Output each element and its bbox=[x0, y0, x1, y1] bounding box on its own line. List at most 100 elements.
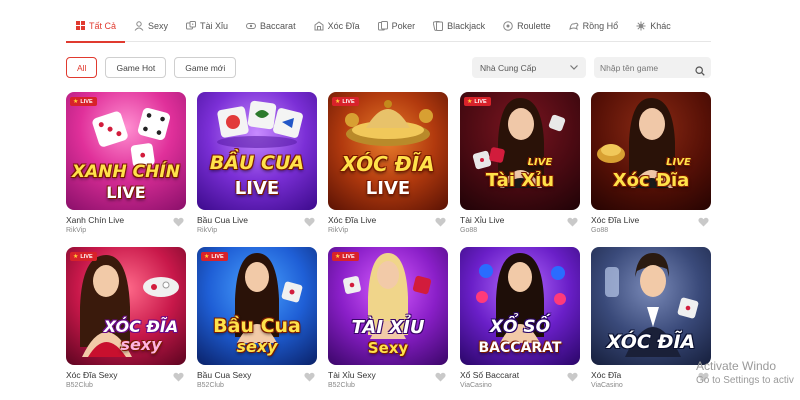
heart-icon[interactable] bbox=[173, 369, 184, 382]
game-name: Bầu Cua Live bbox=[197, 215, 249, 225]
game-name: Xổ Số Baccarat bbox=[460, 370, 520, 380]
game-thumbnail[interactable]: ★ LIVE XÓC ĐĨA LIVE bbox=[328, 92, 448, 210]
dealer-illustration bbox=[597, 98, 675, 188]
game-name: Xóc Đĩa Live bbox=[591, 215, 640, 225]
live-badge: ★ LIVE bbox=[70, 97, 97, 106]
game-card[interactable]: ★ LIVE XÓC ĐĨA LIVE Xóc Đĩa Live RikVip bbox=[328, 92, 448, 234]
search-icon[interactable] bbox=[695, 63, 705, 76]
game-name: Tài Xỉu Live bbox=[460, 215, 505, 225]
star-icon: ★ bbox=[335, 254, 341, 260]
heart-icon[interactable] bbox=[567, 369, 578, 382]
game-card[interactable]: ★ LIVE XÓC ĐĨA sexy Xóc Đĩa Sexy B52Club bbox=[66, 247, 186, 389]
game-art-subtitle: LIVE bbox=[527, 157, 553, 168]
game-provider: B52Club bbox=[197, 382, 224, 389]
game-name: Bầu Cua Sexy bbox=[197, 370, 252, 380]
tab-label: Blackjack bbox=[447, 20, 486, 31]
star-icon: ★ bbox=[73, 254, 79, 260]
search-input[interactable] bbox=[600, 62, 690, 73]
star-icon: ★ bbox=[335, 99, 341, 105]
game-art-subtitle: BACCARAT bbox=[478, 340, 562, 356]
star-icon: ★ bbox=[73, 99, 79, 105]
game-art-title: XANH CHÍN bbox=[72, 162, 180, 182]
game-thumbnail[interactable]: ★ LIVE Bầu Cua sexy bbox=[197, 247, 317, 365]
provider-select-value: Nhà Cung Cấp bbox=[480, 62, 537, 73]
filter-group: All Game Hot Game mới bbox=[66, 57, 237, 78]
game-provider: RikVip bbox=[197, 227, 218, 234]
tab-all[interactable]: Tất Cả bbox=[66, 10, 126, 43]
game-thumbnail[interactable]: ★ LIVE TÀI XỈU Sexy bbox=[328, 247, 448, 365]
game-thumbnail[interactable]: XỔ SỐ BACCARAT bbox=[460, 247, 580, 365]
game-art-title: Tài Xỉu bbox=[485, 170, 555, 191]
game-art-title: XÓC ĐĨA bbox=[606, 331, 696, 353]
heart-icon[interactable] bbox=[304, 214, 315, 227]
heart-icon[interactable] bbox=[435, 214, 446, 227]
tab-xoc-dia[interactable]: Xóc Đĩa bbox=[305, 10, 369, 42]
tab-baccarat[interactable]: Baccarat bbox=[237, 10, 305, 42]
tab-rong-ho[interactable]: Rồng Hổ bbox=[560, 10, 628, 42]
chevron-down-icon bbox=[570, 63, 578, 72]
game-thumbnail[interactable]: LIVE Xóc Đĩa bbox=[591, 92, 711, 210]
filter-new-button[interactable]: Game mới bbox=[174, 57, 237, 78]
game-provider: ViaCasino bbox=[460, 382, 492, 389]
roulette-icon bbox=[503, 20, 513, 31]
game-art-subtitle: sexy bbox=[236, 337, 278, 356]
game-card[interactable]: LIVE Xóc Đĩa Xóc Đĩa Live Go88 bbox=[591, 92, 711, 234]
game-art-subtitle: LIVE bbox=[234, 178, 280, 199]
game-name: Xanh Chín Live bbox=[66, 215, 125, 225]
tab-label: Poker bbox=[391, 20, 416, 31]
poker-icon bbox=[377, 20, 388, 31]
game-card[interactable]: ★ LIVE LIVE Tài Xỉu Tài Xỉu Live Go88 bbox=[460, 92, 580, 234]
tab-khac[interactable]: Khác bbox=[627, 10, 680, 42]
game-thumbnail[interactable]: ★ LIVE LIVE Tài Xỉu bbox=[460, 92, 580, 210]
game-provider: B52Club bbox=[328, 382, 355, 389]
game-provider: Go88 bbox=[591, 227, 609, 234]
game-name: Xóc Đĩa Sexy bbox=[66, 370, 118, 380]
game-provider: RikVip bbox=[66, 227, 87, 234]
game-art-title: XÓC ĐĨA bbox=[103, 317, 179, 336]
heart-icon[interactable] bbox=[435, 369, 446, 382]
tab-roulette[interactable]: Roulette bbox=[494, 10, 560, 42]
tab-sexy[interactable]: Sexy bbox=[125, 10, 177, 42]
tab-label: Roulette bbox=[517, 20, 551, 31]
live-badge: ★ LIVE bbox=[332, 252, 359, 261]
cards-icon bbox=[246, 21, 257, 31]
game-thumbnail[interactable]: ★ LIVE XANH CHÍN LIVE bbox=[66, 92, 186, 210]
heart-icon[interactable] bbox=[698, 214, 709, 227]
game-card[interactable]: ★ LIVE XANH CHÍN LIVE Xanh Chín Live RikV… bbox=[66, 92, 186, 234]
tab-label: Tất Cả bbox=[89, 20, 117, 31]
heart-icon[interactable] bbox=[173, 214, 184, 227]
game-provider: ViaCasino bbox=[591, 382, 623, 389]
heart-icon[interactable] bbox=[304, 369, 315, 382]
game-card[interactable]: XÓC ĐĨA Xóc Đĩa ViaCasino bbox=[591, 247, 711, 389]
game-name: Xóc Đĩa bbox=[591, 370, 622, 380]
dealer-illustration bbox=[472, 98, 566, 188]
tab-label: Khác bbox=[650, 20, 671, 31]
game-thumbnail[interactable]: BẦU CUA LIVE bbox=[197, 92, 317, 210]
game-card[interactable]: ★ LIVE Bầu Cua sexy Bầu Cua Sexy B52Club bbox=[197, 247, 317, 389]
category-tabs: Tất Cả Sexy Tài Xỉu Baccarat Xóc Đĩa Pok… bbox=[66, 10, 711, 43]
tab-label: Tài Xỉu bbox=[200, 20, 229, 31]
game-card[interactable]: BẦU CUA LIVE Bầu Cua Live RikVip bbox=[197, 92, 317, 234]
game-art-title: Xóc Đĩa bbox=[612, 170, 690, 191]
game-art-title: Bầu Cua bbox=[213, 315, 301, 337]
live-badge: ★ LIVE bbox=[201, 252, 228, 261]
filter-all-button[interactable]: All bbox=[66, 57, 98, 78]
game-art-subtitle: LIVE bbox=[106, 183, 146, 202]
heart-icon[interactable] bbox=[567, 214, 578, 227]
game-thumbnail[interactable]: ★ LIVE XÓC ĐĨA sexy bbox=[66, 247, 186, 365]
game-provider: RikVip bbox=[328, 227, 349, 234]
windows-activation-watermark: Activate Windo Go to Settings to activ bbox=[696, 358, 794, 388]
provider-select[interactable]: Nhà Cung Cấp bbox=[472, 57, 586, 78]
tab-blackjack[interactable]: Blackjack bbox=[424, 10, 494, 42]
game-card[interactable]: XỔ SỐ BACCARAT Xổ Số Baccarat ViaCasino bbox=[460, 247, 580, 389]
tab-tai-xiu[interactable]: Tài Xỉu bbox=[177, 10, 237, 42]
tab-poker[interactable]: Poker bbox=[369, 10, 425, 42]
grid-icon bbox=[75, 20, 85, 31]
tab-label: Xóc Đĩa bbox=[327, 20, 360, 31]
star-icon: ★ bbox=[204, 254, 210, 260]
game-card[interactable]: ★ LIVE TÀI XỈU Sexy Tài Xỉu Sexy B52Club bbox=[328, 247, 448, 389]
star-icon: ★ bbox=[467, 99, 473, 105]
game-thumbnail[interactable]: XÓC ĐĨA bbox=[591, 247, 711, 365]
game-art-title: XÓC ĐĨA bbox=[341, 152, 435, 176]
filter-hot-button[interactable]: Game Hot bbox=[105, 57, 167, 78]
